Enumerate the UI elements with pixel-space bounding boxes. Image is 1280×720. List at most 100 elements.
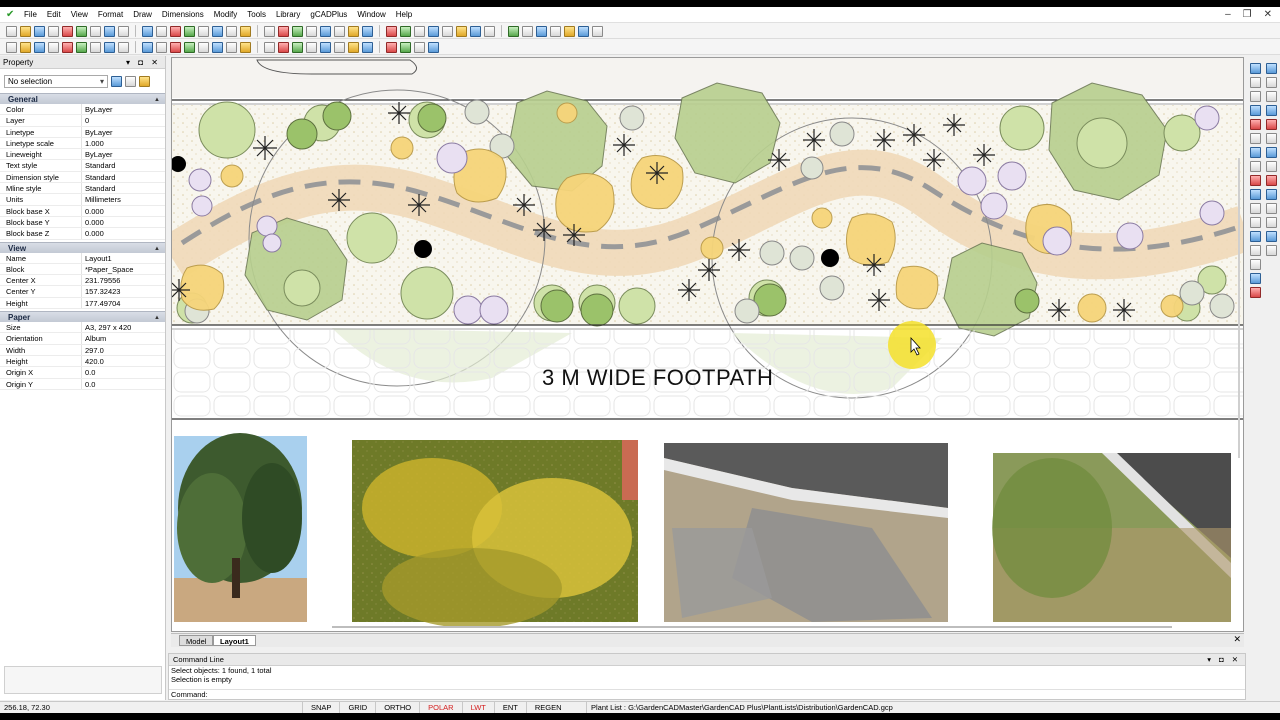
modify-tool-icon[interactable] — [1250, 161, 1261, 172]
standard-tool-icon[interactable] — [508, 25, 519, 37]
standard-tool-icon[interactable] — [104, 25, 115, 37]
property-value[interactable]: ByLayer — [82, 104, 165, 114]
property-value[interactable]: Millimeters — [82, 194, 165, 204]
standard-tool-icon[interactable] — [578, 25, 589, 37]
property-value[interactable]: 420.0 — [82, 356, 165, 366]
selection-dropdown[interactable]: No selection — [4, 74, 108, 88]
draw-tool-icon[interactable] — [278, 41, 289, 53]
modify-tool-icon[interactable] — [1250, 91, 1261, 102]
menu-item-format[interactable]: Format — [98, 10, 123, 19]
modify-tool-icon[interactable] — [1250, 245, 1261, 256]
standard-tool-icon[interactable] — [456, 25, 467, 37]
draw-tool-icon[interactable] — [320, 41, 331, 53]
draw-tool-icon[interactable] — [264, 41, 275, 53]
property-row[interactable]: Block *Paper_Space — [0, 263, 165, 276]
property-row[interactable]: Block base X 0.000 — [0, 205, 165, 217]
property-value[interactable]: *Paper_Space — [82, 264, 165, 274]
property-row[interactable]: Linetype scale 1.000 — [0, 137, 165, 150]
modify-tool-icon[interactable] — [1250, 217, 1261, 228]
property-value[interactable]: 0 — [82, 115, 165, 125]
standard-tool-icon[interactable] — [76, 25, 87, 37]
panel-controls[interactable]: ▾ ◘ ✕ — [126, 56, 161, 69]
close-icon[interactable]: ✕ — [1264, 9, 1272, 20]
property-row[interactable]: Height 420.0 — [0, 355, 165, 368]
standard-tool-icon[interactable] — [240, 25, 251, 37]
panel-controls[interactable]: ▾ ◘ ✕ — [1207, 654, 1241, 666]
property-row[interactable]: Units Millimeters — [0, 194, 165, 206]
select-objects-icon[interactable] — [125, 75, 136, 87]
modify-tool-icon[interactable] — [1250, 119, 1261, 130]
property-value[interactable]: 0.0 — [82, 379, 165, 389]
draw-tool-icon[interactable] — [292, 41, 303, 53]
modify-tool-icon[interactable] — [1266, 119, 1277, 130]
draw-tool-icon[interactable] — [184, 41, 195, 53]
modify-tool-icon[interactable] — [1266, 175, 1277, 186]
standard-tool-icon[interactable] — [522, 25, 533, 37]
modify-tool-icon[interactable] — [1266, 161, 1277, 172]
draw-tool-icon[interactable] — [348, 41, 359, 53]
property-row[interactable]: Block base Z 0.000 — [0, 228, 165, 240]
standard-tool-icon[interactable] — [428, 25, 439, 37]
tab-model[interactable]: Model — [179, 635, 214, 646]
draw-tool-icon[interactable] — [198, 41, 209, 53]
property-row[interactable]: Width 297.0 — [0, 344, 165, 356]
command-input[interactable]: Command: — [169, 689, 1245, 699]
modify-tool-icon[interactable] — [1266, 189, 1277, 200]
standard-tool-icon[interactable] — [414, 25, 425, 37]
property-value[interactable]: 157.32423 — [82, 286, 165, 296]
modify-tool-icon[interactable] — [1250, 203, 1261, 214]
menu-item-file[interactable]: File — [24, 10, 37, 19]
standard-tool-icon[interactable] — [484, 25, 495, 37]
modify-tool-icon[interactable] — [1250, 175, 1261, 186]
property-row[interactable]: Center Y 157.32423 — [0, 286, 165, 298]
standard-tool-icon[interactable] — [48, 25, 59, 37]
modify-tool-icon[interactable] — [1266, 63, 1277, 74]
draw-tool-icon[interactable] — [76, 41, 87, 53]
menu-item-draw[interactable]: Draw — [133, 10, 152, 19]
draw-tool-icon[interactable] — [400, 41, 411, 53]
standard-tool-icon[interactable] — [90, 25, 101, 37]
menu-item-tools[interactable]: Tools — [247, 10, 266, 19]
standard-tool-icon[interactable] — [278, 25, 289, 37]
toggle-pickadd-icon[interactable] — [139, 75, 150, 87]
property-value[interactable]: 0.000 — [82, 217, 165, 227]
modify-tool-icon[interactable] — [1266, 231, 1277, 242]
draw-tool-icon[interactable] — [334, 41, 345, 53]
modify-tool-icon[interactable] — [1250, 273, 1261, 284]
menu-item-modify[interactable]: Modify — [214, 10, 238, 19]
draw-tool-icon[interactable] — [20, 41, 31, 53]
section-header-paper[interactable]: Paper — [0, 311, 165, 324]
modify-tool-icon[interactable] — [1266, 91, 1277, 102]
draw-tool-icon[interactable] — [90, 41, 101, 53]
modify-tool-icon[interactable] — [1250, 287, 1261, 298]
standard-tool-icon[interactable] — [306, 25, 317, 37]
menu-item-dimensions[interactable]: Dimensions — [162, 10, 204, 19]
restore-icon[interactable]: ❐ — [1243, 9, 1252, 20]
standard-tool-icon[interactable] — [400, 25, 411, 37]
standard-tool-icon[interactable] — [118, 25, 129, 37]
draw-tool-icon[interactable] — [34, 41, 45, 53]
standard-tool-icon[interactable] — [536, 25, 547, 37]
modify-tool-icon[interactable] — [1250, 231, 1261, 242]
modify-tool-icon[interactable] — [1266, 245, 1277, 256]
menu-item-view[interactable]: View — [71, 10, 88, 19]
draw-tool-icon[interactable] — [156, 41, 167, 53]
standard-tool-icon[interactable] — [6, 25, 17, 37]
standard-tool-icon[interactable] — [334, 25, 345, 37]
menu-item-gcadplus[interactable]: gCADPlus — [310, 10, 347, 19]
draw-tool-icon[interactable] — [226, 41, 237, 53]
property-row[interactable]: Color ByLayer — [0, 104, 165, 116]
standard-tool-icon[interactable] — [592, 25, 603, 37]
modify-tool-icon[interactable] — [1250, 105, 1261, 116]
standard-tool-icon[interactable] — [564, 25, 575, 37]
standard-tool-icon[interactable] — [20, 25, 31, 37]
modify-tool-icon[interactable] — [1250, 133, 1261, 144]
property-row[interactable]: Origin Y 0.0 — [0, 378, 165, 390]
standard-tool-icon[interactable] — [550, 25, 561, 37]
property-value[interactable]: 177.49704 — [82, 298, 165, 308]
section-header-general[interactable]: General — [0, 93, 165, 106]
standard-tool-icon[interactable] — [264, 25, 275, 37]
standard-tool-icon[interactable] — [62, 25, 73, 37]
property-value[interactable]: 0.000 — [82, 228, 165, 238]
property-value[interactable]: ByLayer — [82, 127, 165, 137]
